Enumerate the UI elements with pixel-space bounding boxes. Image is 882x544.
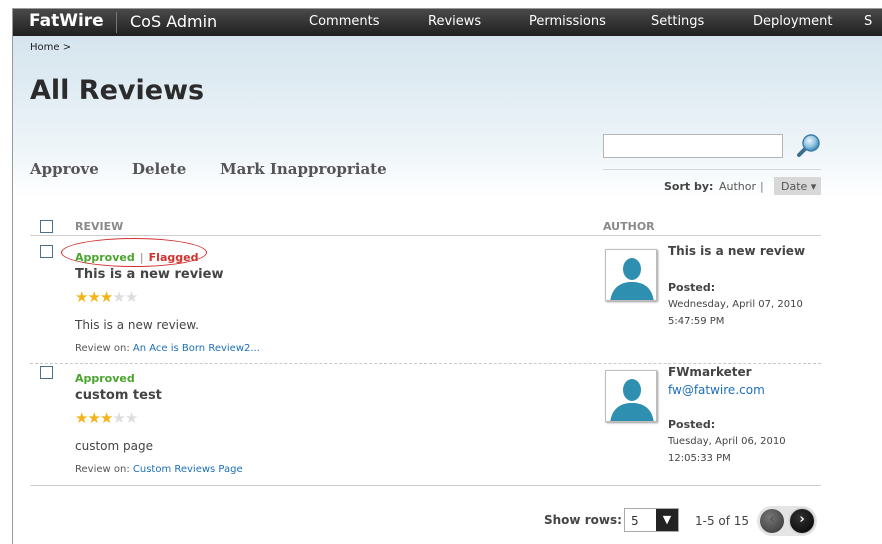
- review-on-label: Review on:: [75, 343, 130, 354]
- author-column-header: AUTHOR: [603, 220, 655, 233]
- next-page-button[interactable]: ›: [790, 509, 814, 533]
- review-on: Review on: An Ace is Born Review2...: [75, 343, 260, 354]
- star-filled-icon: ★: [99, 288, 113, 306]
- pagination-range: 1-5 of 15: [695, 514, 750, 528]
- user-silhouette-icon: [606, 371, 656, 421]
- star-filled-icon: ★: [75, 288, 88, 306]
- show-rows-label: Show rows:: [544, 513, 622, 527]
- star-empty-icon: ★: [112, 288, 125, 306]
- row-divider: [30, 363, 821, 364]
- mark-inappropriate-button[interactable]: Mark Inappropriate: [220, 160, 387, 178]
- review-on-link[interactable]: Custom Reviews Page: [133, 464, 243, 475]
- list-bottom-divider: [30, 485, 821, 486]
- author-name: This is a new review: [668, 244, 806, 258]
- nav-deployment[interactable]: Deployment: [753, 14, 833, 29]
- review-row-checkbox[interactable]: [40, 245, 53, 258]
- previous-page-button[interactable]: ‹: [760, 509, 784, 533]
- brand-divider: [116, 12, 117, 33]
- posted-date: Wednesday, April 07, 2010: [668, 299, 803, 310]
- review-column-header: REVIEW: [75, 220, 124, 233]
- nav-permissions[interactable]: Permissions: [529, 14, 606, 29]
- review-on: Review on: Custom Reviews Page: [75, 464, 243, 475]
- approve-button[interactable]: Approve: [30, 160, 99, 178]
- posted-date: Tuesday, April 06, 2010: [668, 436, 786, 447]
- status-flagged-label: Flagged: [148, 251, 199, 264]
- star-filled-icon: ★: [87, 409, 100, 427]
- star-rating: ★★★★★: [75, 288, 138, 306]
- star-empty-icon: ★: [112, 409, 125, 427]
- star-filled-icon: ★: [75, 409, 88, 427]
- rows-per-page-value: 5: [631, 514, 639, 528]
- nav-settings[interactable]: Settings: [651, 14, 704, 29]
- brand-logo[interactable]: FatWire: [29, 11, 104, 31]
- review-on-label: Review on:: [75, 464, 130, 475]
- posted-time: 5:47:59 PM: [668, 316, 725, 327]
- status-approved-label: Approved: [75, 372, 135, 385]
- review-title[interactable]: This is a new review: [75, 267, 223, 282]
- status-approved-label: Approved: [75, 251, 135, 264]
- star-filled-icon: ★: [87, 288, 100, 306]
- posted-time: 12:05:33 PM: [668, 453, 731, 464]
- author-name: FWmarketer: [668, 365, 752, 379]
- search-icon[interactable]: [793, 131, 823, 161]
- review-row-checkbox[interactable]: [40, 366, 53, 379]
- review-body: This is a new review.: [75, 318, 199, 332]
- select-all-checkbox[interactable]: [40, 220, 53, 233]
- star-empty-icon: ★: [124, 409, 138, 427]
- sort-label: Sort by:: [664, 180, 714, 193]
- user-silhouette-icon: [606, 250, 656, 300]
- review-title[interactable]: custom test: [75, 388, 162, 403]
- posted-label: Posted:: [668, 418, 716, 431]
- avatar[interactable]: [605, 370, 657, 422]
- sort-bar: Sort by: Author | Date ▾: [603, 169, 821, 197]
- posted-label: Posted:: [668, 281, 716, 294]
- sort-by-author[interactable]: Author: [719, 180, 756, 193]
- search-input[interactable]: [603, 134, 783, 158]
- status-separator: |: [139, 251, 144, 264]
- star-empty-icon: ★: [124, 288, 138, 306]
- top-nav-bar: FatWire CoS Admin Comments Reviews Permi…: [13, 9, 882, 36]
- nav-comments[interactable]: Comments: [309, 14, 379, 29]
- review-on-link[interactable]: An Ace is Born Review2...: [133, 343, 260, 354]
- star-rating: ★★★★★: [75, 409, 138, 427]
- header-divider: [30, 235, 821, 236]
- breadcrumb[interactable]: Home >: [30, 42, 71, 53]
- star-filled-icon: ★: [99, 409, 113, 427]
- rows-per-page-select[interactable]: 5 ▼: [624, 508, 679, 532]
- nav-overflow-item[interactable]: S: [864, 14, 872, 29]
- app-window: FatWire CoS Admin Comments Reviews Permi…: [12, 8, 882, 544]
- sort-separator: |: [760, 180, 764, 193]
- nav-reviews[interactable]: Reviews: [428, 14, 481, 29]
- page-title: All Reviews: [30, 75, 205, 106]
- author-email[interactable]: fw@fatwire.com: [668, 383, 765, 397]
- avatar[interactable]: [605, 249, 657, 301]
- app-name[interactable]: CoS Admin: [130, 12, 217, 31]
- review-status: Approved | Flagged: [75, 246, 198, 265]
- review-body: custom page: [75, 439, 153, 453]
- review-status: Approved: [75, 367, 135, 386]
- delete-button[interactable]: Delete: [132, 160, 186, 178]
- sort-by-date[interactable]: Date ▾: [774, 177, 821, 195]
- chevron-down-icon[interactable]: ▼: [656, 509, 678, 531]
